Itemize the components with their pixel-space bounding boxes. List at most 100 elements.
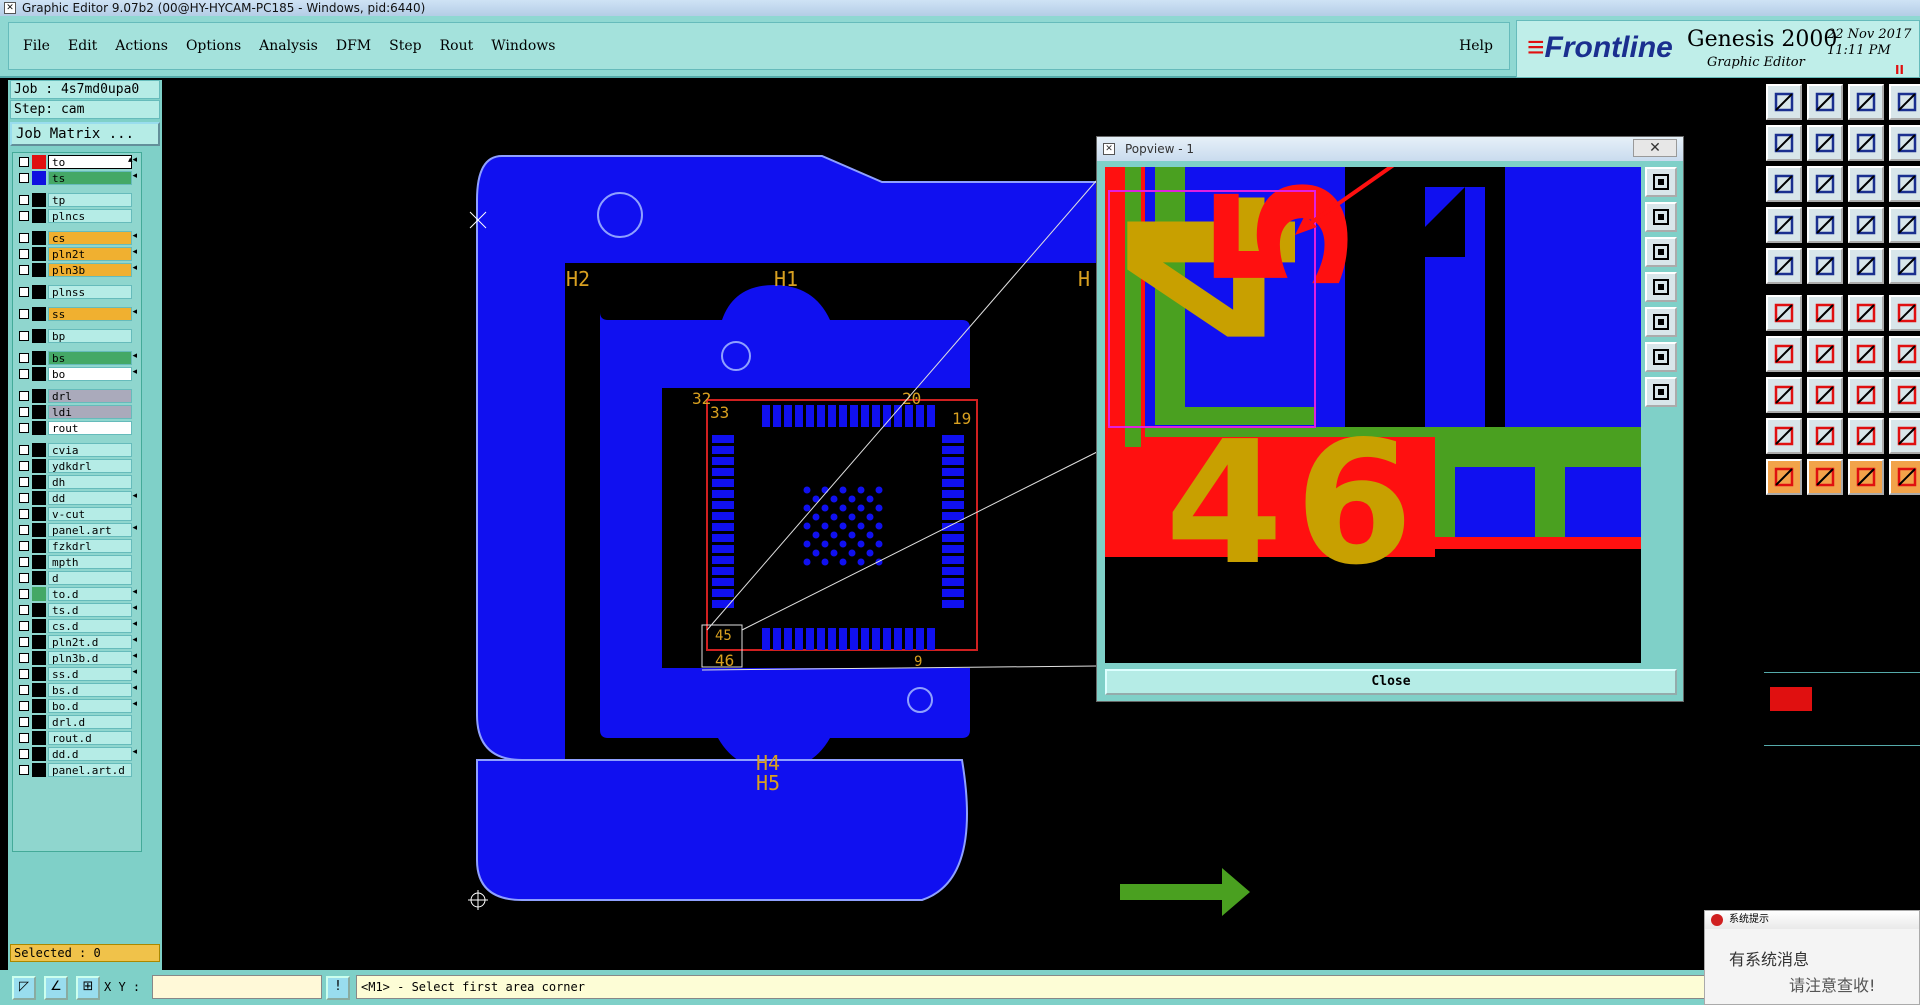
layer-checkbox[interactable] bbox=[19, 669, 29, 679]
layer-color-swatch[interactable] bbox=[32, 307, 46, 321]
layer-color-swatch[interactable] bbox=[32, 247, 46, 261]
zoom-in-icon[interactable] bbox=[1645, 342, 1677, 372]
menu-options[interactable]: Options bbox=[186, 38, 241, 54]
layer-name[interactable]: dh bbox=[48, 475, 132, 489]
layer-checkbox[interactable] bbox=[19, 461, 29, 471]
layer-color-swatch[interactable] bbox=[32, 587, 46, 601]
ruler-icon[interactable] bbox=[1848, 248, 1884, 284]
menu-edit[interactable]: Edit bbox=[68, 38, 97, 54]
zoom-fit-icon[interactable] bbox=[1645, 167, 1677, 197]
layer-checkbox[interactable] bbox=[19, 749, 29, 759]
layer-color-swatch[interactable] bbox=[32, 683, 46, 697]
layer-color-swatch[interactable] bbox=[32, 231, 46, 245]
layer-checkbox[interactable] bbox=[19, 653, 29, 663]
layer-name[interactable]: d bbox=[48, 571, 132, 585]
layer-row-to[interactable]: to ▴◂ bbox=[15, 155, 139, 169]
pan-down-icon[interactable] bbox=[1645, 237, 1677, 267]
layer-color-swatch[interactable] bbox=[32, 389, 46, 403]
menu-file[interactable]: File bbox=[23, 38, 50, 54]
layer-color-swatch[interactable] bbox=[32, 763, 46, 777]
layer-checkbox[interactable] bbox=[19, 509, 29, 519]
layer-row-d[interactable]: d bbox=[15, 571, 139, 585]
layer-name[interactable]: ts bbox=[48, 171, 132, 185]
layer-name[interactable]: ydkdrl bbox=[48, 459, 132, 473]
layer-row-ts[interactable]: ts ◂ bbox=[15, 171, 139, 185]
menu-analysis[interactable]: Analysis bbox=[259, 38, 318, 54]
pointer4-icon[interactable] bbox=[1889, 459, 1920, 495]
export-icon[interactable] bbox=[1807, 125, 1843, 161]
layer-checkbox[interactable] bbox=[19, 369, 29, 379]
pointer2-icon[interactable] bbox=[1807, 459, 1843, 495]
layer-checkbox[interactable] bbox=[19, 423, 29, 433]
layer-row-ldi[interactable]: ldi bbox=[15, 405, 139, 419]
layer-checkbox[interactable] bbox=[19, 391, 29, 401]
layer-checkbox[interactable] bbox=[19, 541, 29, 551]
layer-color-swatch[interactable] bbox=[32, 285, 46, 299]
layer-color-swatch[interactable] bbox=[32, 619, 46, 633]
layer-checkbox[interactable] bbox=[19, 589, 29, 599]
layer-row-cs-d[interactable]: cs.d ◂ bbox=[15, 619, 139, 633]
ratio-icon[interactable] bbox=[1848, 125, 1884, 161]
layer-color-swatch[interactable] bbox=[32, 329, 46, 343]
layer-checkbox[interactable] bbox=[19, 233, 29, 243]
layer-color-swatch[interactable] bbox=[32, 491, 46, 505]
layer-checkbox[interactable] bbox=[19, 157, 29, 167]
layer-checkbox[interactable] bbox=[19, 353, 29, 363]
layers-icon[interactable] bbox=[1848, 207, 1884, 243]
layer-row-cs[interactable]: cs ◂ bbox=[15, 231, 139, 245]
layer-row-drl[interactable]: drl bbox=[15, 389, 139, 403]
popview-close-icon[interactable]: ✕ bbox=[1633, 139, 1677, 157]
pan-up-icon[interactable] bbox=[1645, 202, 1677, 232]
zoom-window-icon[interactable]: ◸ bbox=[12, 976, 36, 1000]
menu-rout[interactable]: Rout bbox=[440, 38, 474, 54]
layer-color-swatch[interactable] bbox=[32, 603, 46, 617]
layer-color-swatch[interactable] bbox=[32, 475, 46, 489]
line-icon[interactable] bbox=[1807, 248, 1843, 284]
layer-checkbox[interactable] bbox=[19, 249, 29, 259]
popview-close-button[interactable]: Close bbox=[1105, 669, 1677, 695]
layer-row-ss[interactable]: ss ◂ bbox=[15, 307, 139, 321]
info-button-icon[interactable]: ! bbox=[326, 976, 350, 1000]
xy-input[interactable] bbox=[152, 975, 322, 999]
layer-color-swatch[interactable] bbox=[32, 155, 46, 169]
layer-row-dd[interactable]: dd ◂ bbox=[15, 491, 139, 505]
layer-row-panel-art[interactable]: panel.art ◂ bbox=[15, 523, 139, 537]
house-icon[interactable] bbox=[1848, 84, 1884, 120]
layer-color-swatch[interactable] bbox=[32, 651, 46, 665]
fit-icon[interactable] bbox=[1766, 166, 1802, 202]
layer-color-swatch[interactable] bbox=[32, 459, 46, 473]
layer-row-pln3b[interactable]: pln3b ◂ bbox=[15, 263, 139, 277]
slash-icon[interactable] bbox=[1807, 336, 1843, 372]
job-matrix-button[interactable]: Job Matrix ... bbox=[10, 122, 160, 146]
square-dot-icon[interactable] bbox=[1766, 377, 1802, 413]
layer-row-ydkdrl[interactable]: ydkdrl bbox=[15, 459, 139, 473]
layer-name[interactable]: ss.d bbox=[48, 667, 132, 681]
dash-icon[interactable] bbox=[1848, 377, 1884, 413]
layer-checkbox[interactable] bbox=[19, 525, 29, 535]
circle-node-icon[interactable] bbox=[1889, 295, 1920, 331]
layer-checkbox[interactable] bbox=[19, 637, 29, 647]
layer-row-v-cut[interactable]: v-cut bbox=[15, 507, 139, 521]
scatter-icon[interactable] bbox=[1889, 377, 1920, 413]
layer-row-pln2t[interactable]: pln2t ◂ bbox=[15, 247, 139, 261]
layer-row-rout-d[interactable]: rout.d bbox=[15, 731, 139, 745]
layer-name[interactable]: rout bbox=[48, 421, 132, 435]
triangle4-icon[interactable] bbox=[1889, 418, 1920, 454]
link-icon[interactable] bbox=[1848, 295, 1884, 331]
layer-name[interactable]: pln3b.d bbox=[48, 651, 132, 665]
layer-row-bo-d[interactable]: bo.d ◂ bbox=[15, 699, 139, 713]
dot-icon[interactable] bbox=[1766, 248, 1802, 284]
pointer-icon[interactable] bbox=[1766, 459, 1802, 495]
layer-row-pln3b-d[interactable]: pln3b.d ◂ bbox=[15, 651, 139, 665]
copy-icon[interactable] bbox=[1889, 125, 1920, 161]
layer-name[interactable]: v-cut bbox=[48, 507, 132, 521]
layer-checkbox[interactable] bbox=[19, 445, 29, 455]
popview-canvas[interactable]: 4 5 4 6 bbox=[1105, 167, 1641, 663]
layer-color-swatch[interactable] bbox=[32, 443, 46, 457]
layer-checkbox[interactable] bbox=[19, 173, 29, 183]
layer-row-ts-d[interactable]: ts.d ◂ bbox=[15, 603, 139, 617]
cross-icon[interactable] bbox=[1807, 295, 1843, 331]
layer-row-ss-d[interactable]: ss.d ◂ bbox=[15, 667, 139, 681]
layer-color-swatch[interactable] bbox=[32, 193, 46, 207]
layer-row-bs[interactable]: bs ◂ bbox=[15, 351, 139, 365]
